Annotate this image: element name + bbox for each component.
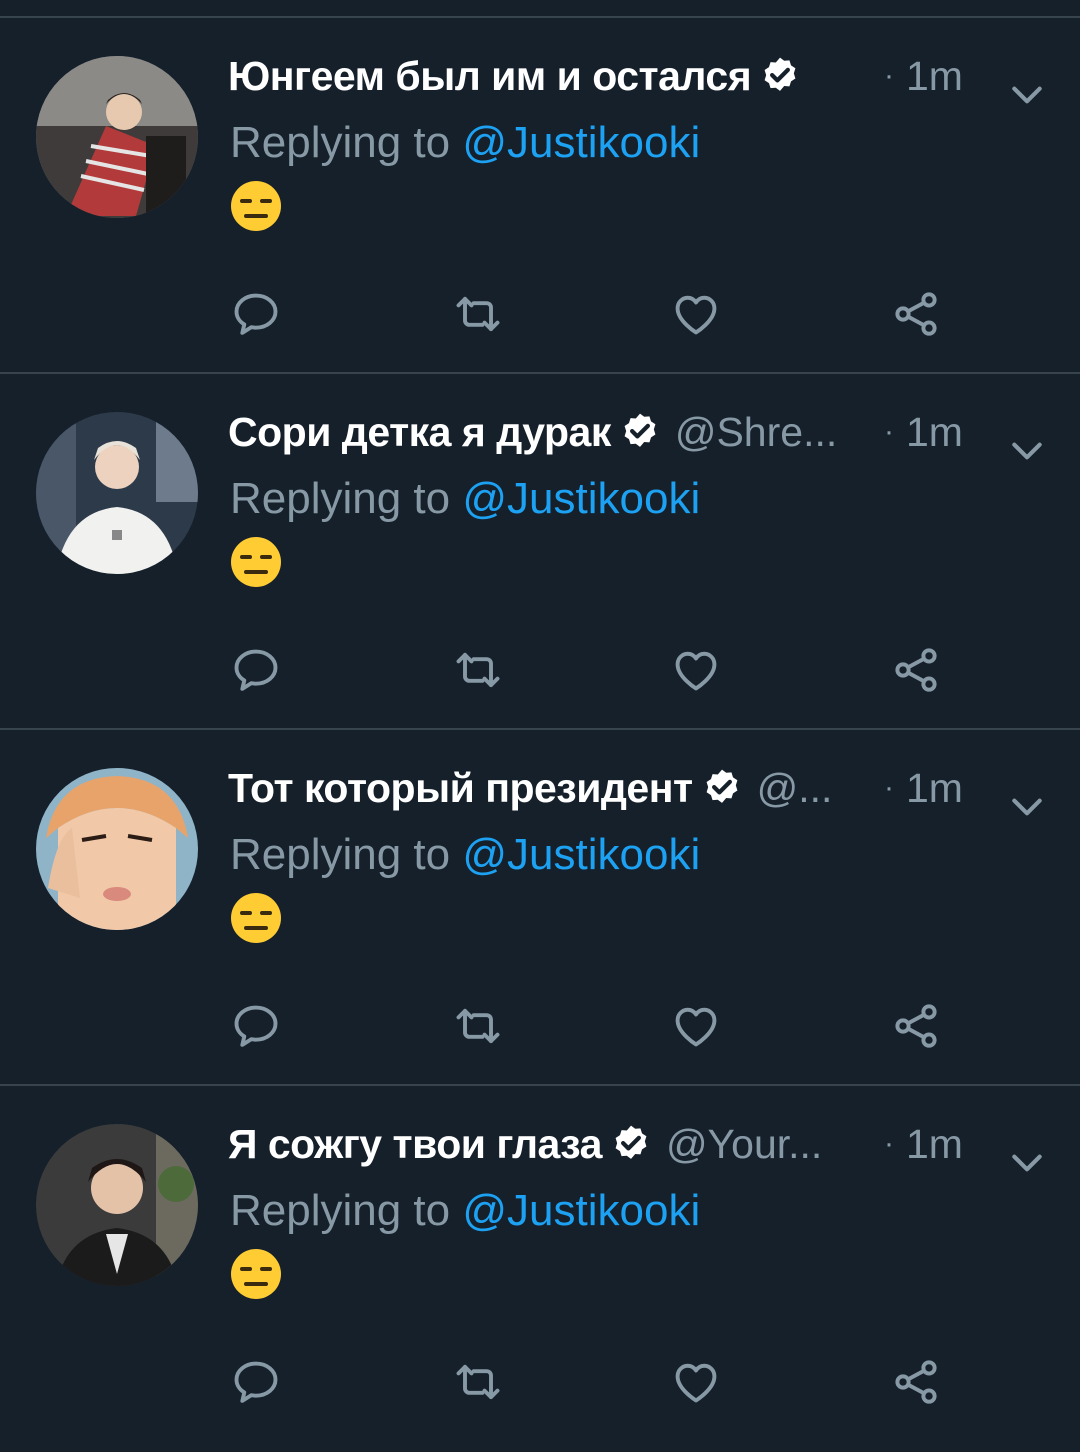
timestamp: · 1m [884,1120,963,1168]
tweet-item[interactable]: Я сожгу твои глаза @Your... · 1m Replyin… [0,1086,1080,1442]
avatar[interactable] [36,412,198,574]
like-button[interactable] [670,288,722,340]
verified-badge-icon [624,413,656,447]
display-name[interactable]: Сори детка я дурак [228,409,611,456]
share-button[interactable] [890,1356,942,1408]
heart-icon [675,651,717,691]
handle[interactable]: @... [757,765,833,812]
time-label: 1m [906,408,963,455]
share-button[interactable] [890,288,942,340]
reply-icon [234,1005,278,1047]
reply-icon [234,1361,278,1403]
reply-button[interactable] [230,288,282,340]
expressionless-face-icon [231,181,281,231]
like-button[interactable] [670,644,722,696]
replying-label: Replying to [230,474,451,523]
retweet-icon [456,1364,500,1400]
avatar[interactable] [36,768,198,930]
share-icon [895,648,937,692]
heart-icon [675,295,717,335]
retweet-button[interactable] [452,1000,504,1052]
tweet-item[interactable]: Сори детка я дурак @Shre... · 1m Replyin… [0,374,1080,730]
retweet-icon [456,296,500,332]
separator-dot: · [884,59,894,92]
time-label: 1m [906,1120,963,1167]
reply-button[interactable] [230,1356,282,1408]
avatar[interactable] [36,1124,198,1286]
heart-icon [675,1363,717,1403]
handle[interactable]: @Your... [666,1121,822,1168]
tweet-actions [230,1356,950,1408]
timestamp: · 1m [884,52,963,100]
retweet-button[interactable] [452,644,504,696]
separator-dot: · [884,415,894,448]
tweet-actions [230,288,950,340]
retweet-icon [456,1008,500,1044]
verified-badge-icon [706,769,737,803]
reply-icon [234,293,278,335]
share-icon [895,1360,937,1404]
retweet-icon [456,652,500,688]
replying-label: Replying to [230,830,451,879]
replying-label: Replying to [230,118,451,167]
reply-button[interactable] [230,1000,282,1052]
replying-to: Replying to @Justikooki [230,830,700,880]
expressionless-face-icon [231,893,281,943]
separator-dot: · [884,1127,894,1160]
reply-button[interactable] [230,644,282,696]
replying-to: Replying to @Justikooki [230,118,700,168]
chevron-down-icon[interactable] [1008,76,1046,114]
timestamp: · 1m [884,408,963,456]
expressionless-face-icon [231,537,281,587]
share-button[interactable] [890,644,942,696]
share-button[interactable] [890,1000,942,1052]
chevron-down-icon[interactable] [1008,788,1046,826]
tweet-item[interactable]: Юнгеем был им и остался · 1m Replying to… [0,18,1080,374]
like-button[interactable] [670,1356,722,1408]
time-label: 1m [906,764,963,811]
retweet-button[interactable] [452,288,504,340]
reply-icon [234,649,278,691]
display-name[interactable]: Я сожгу твои глаза [228,1121,602,1168]
mention-link[interactable]: @Justikooki [462,1186,700,1235]
expressionless-face-icon [231,1249,281,1299]
share-icon [895,1004,937,1048]
tweet-actions [230,644,950,696]
handle[interactable]: @Shre... [675,409,837,456]
separator-dot: · [884,771,894,804]
retweet-button[interactable] [452,1356,504,1408]
mention-link[interactable]: @Justikooki [462,474,700,523]
display-name[interactable]: Юнгеем был им и остался [228,53,752,100]
chevron-down-icon[interactable] [1008,432,1046,470]
heart-icon [675,1007,717,1047]
verified-badge-icon [764,57,796,91]
mention-link[interactable]: @Justikooki [462,118,700,167]
avatar[interactable] [36,56,198,218]
share-icon [895,292,937,336]
reply-feed: Юнгеем был им и остался · 1m Replying to… [0,18,1080,1442]
mention-link[interactable]: @Justikooki [462,830,700,879]
replying-label: Replying to [230,1186,451,1235]
display-name[interactable]: Тот который президент [228,765,693,812]
tweet-actions [230,1000,950,1052]
like-button[interactable] [670,1000,722,1052]
time-label: 1m [906,52,963,99]
tweet-item[interactable]: Тот который президент @... · 1m Replying… [0,730,1080,1086]
chevron-down-icon[interactable] [1008,1144,1046,1182]
replying-to: Replying to @Justikooki [230,474,700,524]
verified-badge-icon [615,1125,647,1159]
replying-to: Replying to @Justikooki [230,1186,700,1236]
timestamp: · 1m [884,764,963,812]
